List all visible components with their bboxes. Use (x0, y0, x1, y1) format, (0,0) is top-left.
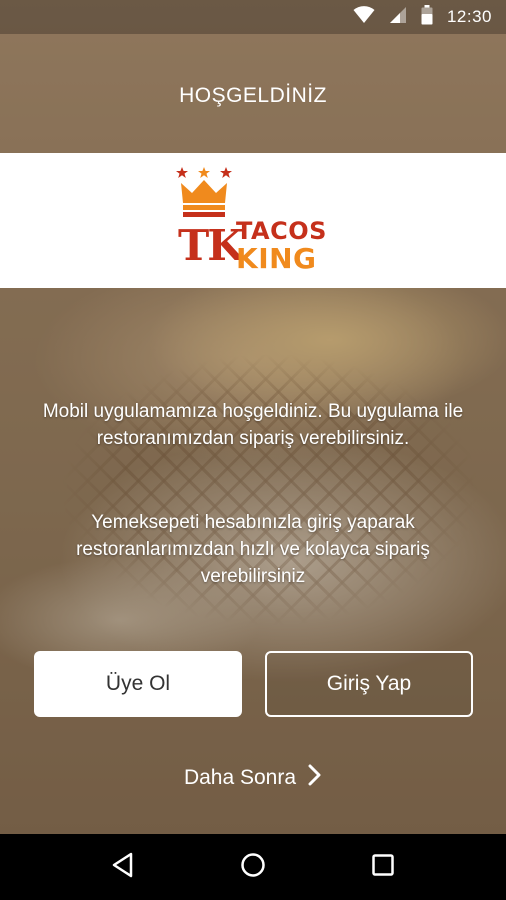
recents-icon (371, 853, 395, 882)
logo-text-tacos: TACOS (236, 217, 327, 245)
signup-button[interactable]: Üye Ol (34, 651, 242, 717)
logo-text-king: KING (236, 242, 317, 275)
home-button[interactable] (231, 845, 275, 889)
wifi-icon (353, 5, 375, 29)
back-icon (111, 852, 135, 883)
info-text: Yemeksepeti hesabınızla giriş yaparak re… (76, 512, 430, 587)
status-clock: 12:30 (446, 7, 492, 26)
signup-button-label: Üye Ol (105, 672, 171, 695)
page-title: HOŞGELDİNİZ (179, 84, 327, 107)
logo-mark: TK (178, 221, 244, 270)
tacos-king-logo: TK TACOS KING (174, 167, 334, 277)
recents-button[interactable] (361, 845, 405, 889)
home-icon (240, 852, 266, 883)
intro-text: Mobil uygulamamıza hoşgeldiniz. Bu uygul… (42, 401, 464, 449)
logo-band: TK TACOS KING (0, 153, 506, 288)
login-button[interactable]: Giriş Yap (265, 651, 473, 717)
signal-icon (389, 6, 407, 29)
chevron-right-icon (308, 764, 322, 792)
welcome-screen: 12:30 HOŞGELDİNİZ TK TACOS KING Mobil uy… (0, 0, 506, 900)
status-icons: 12:30 (353, 0, 492, 34)
later-link[interactable]: Daha Sonra (0, 764, 506, 792)
battery-icon (421, 4, 433, 30)
crown-icon (176, 167, 232, 228)
navigation-bar (0, 834, 506, 900)
later-link-label: Daha Sonra (183, 766, 297, 789)
login-button-label: Giriş Yap (326, 672, 412, 695)
status-bar: 12:30 (0, 0, 506, 34)
back-button[interactable] (101, 845, 145, 889)
